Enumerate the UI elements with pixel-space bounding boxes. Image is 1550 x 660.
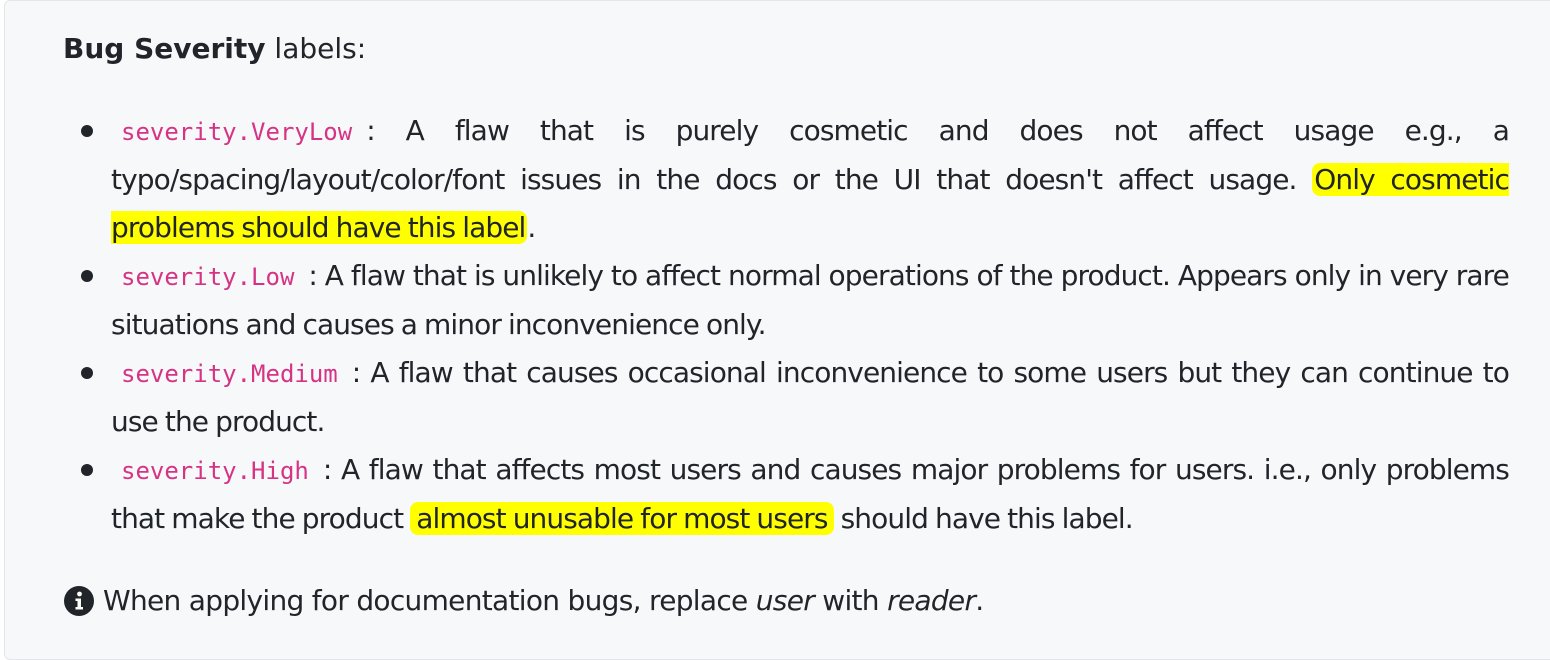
info-circle-icon <box>64 586 94 616</box>
bullet-icon <box>81 270 93 282</box>
item-text: : A flaw that is unlikely to affect norm… <box>111 259 1510 341</box>
list-item-medium: severity.Medium: A flaw that causes occa… <box>63 349 1510 446</box>
info-note: When applying for documentation bugs, re… <box>63 577 1509 625</box>
severity-code: severity.Low <box>121 263 295 291</box>
heading-rest: labels: <box>265 32 367 65</box>
bullet-icon <box>81 367 93 379</box>
panel-content: Bug Severity labels: severity.VeryLow: A… <box>63 25 1510 625</box>
note-em-reader: reader <box>887 584 976 617</box>
bullet-icon <box>81 125 93 137</box>
list-item-verylow: severity.VeryLow: A flaw that is purely … <box>63 107 1510 252</box>
heading-bold: Bug Severity <box>63 32 266 65</box>
item-text-after: . <box>527 211 536 244</box>
severity-code: severity.Medium <box>121 360 338 388</box>
severity-list: severity.VeryLow: A flaw that is purely … <box>63 107 1510 543</box>
severity-code: severity.High <box>121 457 309 485</box>
item-text-after: should have this label. <box>833 502 1134 535</box>
note-panel: Bug Severity labels: severity.VeryLow: A… <box>4 0 1550 660</box>
highlight: almost unusable for most users <box>410 502 834 535</box>
note-em-user: user <box>755 584 815 617</box>
section-heading: Bug Severity labels: <box>63 25 1509 73</box>
severity-code: severity.VeryLow <box>121 118 353 146</box>
bullet-icon <box>81 464 93 476</box>
note-text: When applying for documentation bugs, re… <box>103 584 984 617</box>
list-item-low: severity.Low: A flaw that is unlikely to… <box>63 252 1510 349</box>
list-item-high: severity.High: A flaw that affects most … <box>63 446 1510 543</box>
